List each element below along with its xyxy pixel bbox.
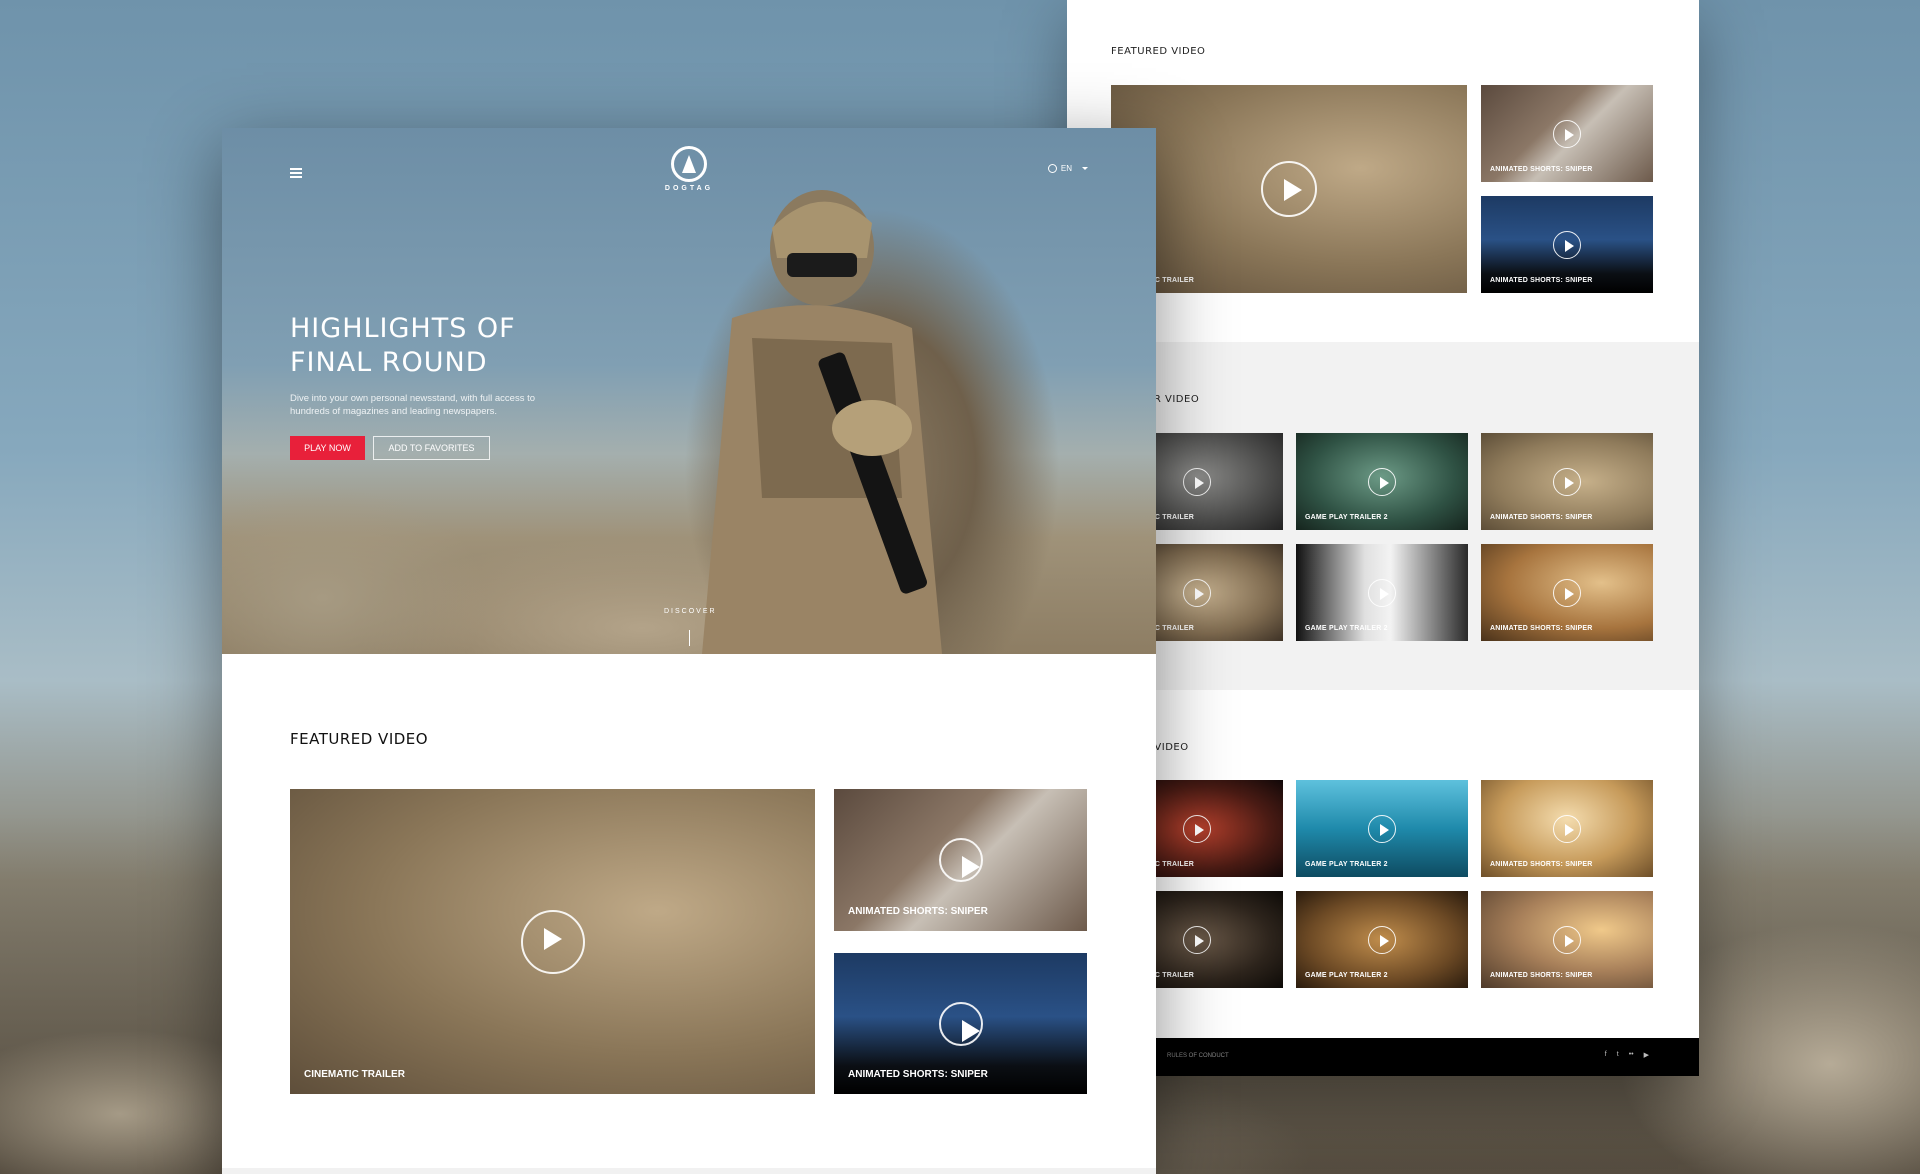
hero-banner: DOGTAG EN HIGHLIGHTS OF FINAL ROUND Dive… (222, 128, 1156, 654)
video-caption: ANIMATED SHORTS: SNIPER (848, 906, 988, 917)
play-icon (1183, 814, 1211, 843)
globe-icon (1047, 164, 1057, 173)
section-divider (222, 1168, 1156, 1174)
logo[interactable]: DOGTAG (659, 146, 719, 192)
back-section2-video[interactable]: ANIMATED SHORTS: SNIPER (1481, 433, 1653, 530)
video-caption: GAME PLAY TRAILER 2 (1305, 625, 1388, 632)
play-icon (1553, 230, 1581, 259)
language-label: EN (1060, 164, 1072, 173)
video-caption: ANIMATED SHORTS: SNIPER (1490, 861, 1593, 868)
play-icon (520, 909, 585, 974)
play-icon (1553, 467, 1581, 496)
front-page-preview: DOGTAG EN HIGHLIGHTS OF FINAL ROUND Dive… (222, 128, 1156, 1174)
play-icon (1368, 467, 1396, 496)
play-icon (1553, 578, 1581, 607)
back-section3-video[interactable]: GAME PLAY TRAILER 2 (1296, 891, 1468, 988)
add-to-favorites-button[interactable]: ADD TO FAVORITES (373, 436, 490, 460)
video-caption: ANIMATED SHORTS: SNIPER (1490, 625, 1593, 632)
play-icon (1368, 814, 1396, 843)
play-icon (938, 838, 983, 882)
soldier-illustration (702, 190, 942, 654)
rules-of-conduct-link[interactable]: RULES OF CONDUCT (1167, 1053, 1229, 1059)
play-icon (1183, 925, 1211, 954)
play-icon (1183, 578, 1211, 607)
social-links: f t •• ▶ (1605, 1051, 1649, 1059)
video-caption: ANIMATED SHORTS: SNIPER (1490, 277, 1593, 284)
video-caption: ANIMATED SHORTS: SNIPER (1490, 972, 1593, 979)
back-featured-main-video[interactable]: CINEMATIC TRAILER (1111, 85, 1467, 293)
video-caption: GAME PLAY TRAILER 2 (1305, 972, 1388, 979)
featured-main-video[interactable]: CINEMATIC TRAILER (290, 789, 815, 1094)
play-icon (1183, 467, 1211, 496)
back-page-preview: FEATURED VIDEO CINEMATIC TRAILER ANIMATE… (1067, 0, 1699, 1076)
video-caption: ANIMATED SHORTS: SNIPER (1490, 514, 1593, 521)
hero-description: Dive into your own personal newsstand, w… (290, 393, 536, 417)
play-now-button[interactable]: PLAY NOW (290, 436, 365, 460)
scroll-indicator (689, 630, 690, 646)
back-featured-title: FEATURED VIDEO (1111, 46, 1206, 57)
video-caption: ANIMATED SHORTS: SNIPER (1490, 166, 1593, 173)
featured-video-2[interactable]: ANIMATED SHORTS: SNIPER (834, 789, 1087, 931)
back-section2-video[interactable]: GAME PLAY TRAILER 2 (1296, 433, 1468, 530)
back-section2-video[interactable]: GAME PLAY TRAILER 2 (1296, 544, 1468, 641)
back-section2-video[interactable]: ANIMATED SHORTS: SNIPER (1481, 544, 1653, 641)
back-featured-video-3[interactable]: ANIMATED SHORTS: SNIPER (1481, 196, 1653, 293)
video-caption: ANIMATED SHORTS: SNIPER (848, 1069, 988, 1080)
youtube-icon[interactable]: ▶ (1644, 1051, 1649, 1059)
play-icon (938, 1001, 983, 1046)
back-section3-video[interactable]: ANIMATED SHORTS: SNIPER (1481, 891, 1653, 988)
play-icon (1368, 578, 1396, 607)
discover-link[interactable]: DISCOVER (664, 608, 717, 615)
play-icon (1261, 161, 1317, 217)
video-caption: GAME PLAY TRAILER 2 (1305, 514, 1388, 521)
back-featured-video-2[interactable]: ANIMATED SHORTS: SNIPER (1481, 85, 1653, 182)
play-icon (1368, 925, 1396, 954)
twitter-icon[interactable]: t (1617, 1051, 1619, 1059)
back-footer: RULES OF CONDUCT f t •• ▶ (1067, 1038, 1699, 1076)
back-section3-video[interactable]: ANIMATED SHORTS: SNIPER (1481, 780, 1653, 877)
play-icon (1553, 814, 1581, 843)
play-icon (1553, 119, 1581, 148)
video-caption: GAME PLAY TRAILER 2 (1305, 861, 1388, 868)
hero-title: HIGHLIGHTS OF FINAL ROUND (290, 313, 516, 378)
featured-video-3[interactable]: ANIMATED SHORTS: SNIPER (834, 953, 1087, 1094)
logo-text: DOGTAG (664, 185, 714, 192)
flickr-icon[interactable]: •• (1629, 1051, 1634, 1059)
video-caption: CINEMATIC TRAILER (304, 1069, 405, 1080)
facebook-icon[interactable]: f (1605, 1051, 1607, 1059)
play-icon (1553, 925, 1581, 954)
language-selector[interactable]: EN (1047, 164, 1088, 173)
chevron-down-icon (1082, 167, 1088, 170)
back-section3-video[interactable]: GAME PLAY TRAILER 2 (1296, 780, 1468, 877)
logo-mark-icon (671, 146, 707, 182)
featured-video-title: FEATURED VIDEO (290, 730, 429, 748)
hamburger-menu-icon[interactable] (290, 168, 302, 178)
